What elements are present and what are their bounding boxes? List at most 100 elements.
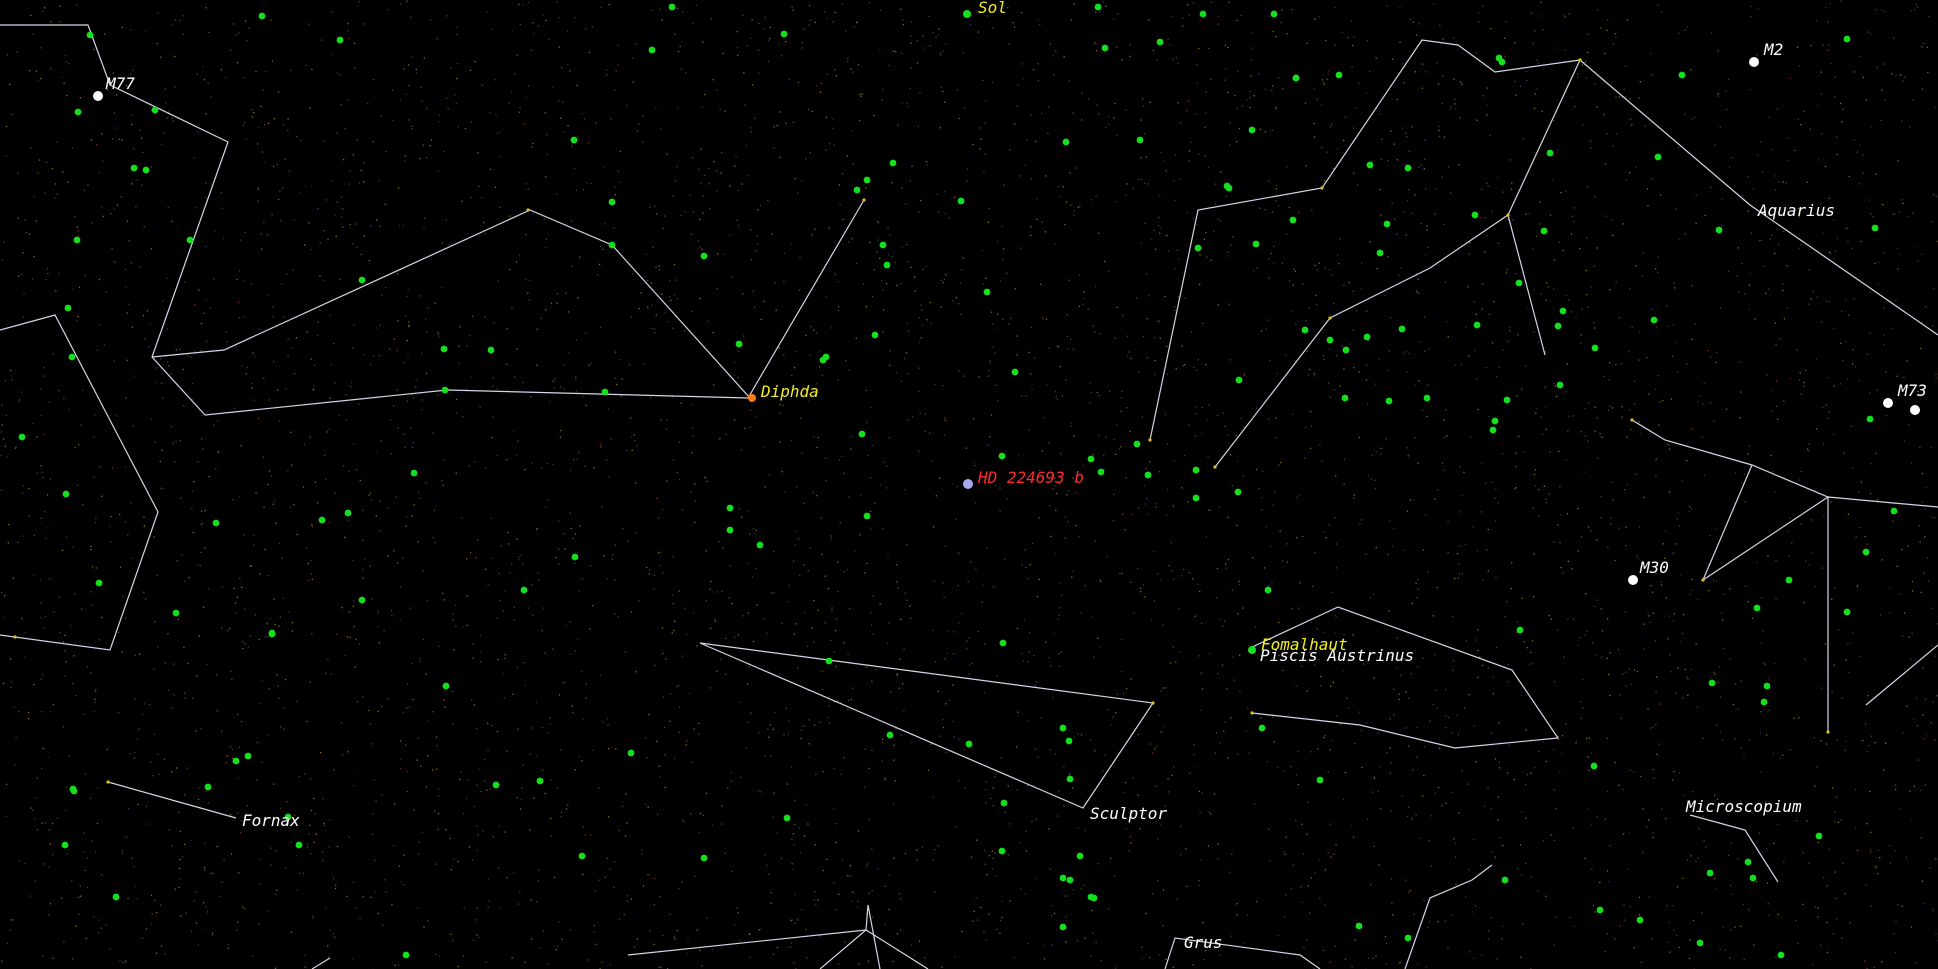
faint-star (794, 367, 796, 369)
faint-star (1271, 211, 1274, 213)
faint-star (519, 106, 521, 109)
faint-star (770, 892, 772, 894)
faint-star (1575, 741, 1577, 743)
faint-star (1344, 771, 1347, 774)
faint-star (259, 573, 261, 575)
faint-star (1107, 270, 1110, 272)
faint-star (1577, 76, 1579, 78)
faint-star (152, 775, 154, 777)
faint-star (1611, 481, 1613, 483)
faint-star (225, 76, 227, 79)
faint-star (934, 384, 936, 386)
faint-star (332, 933, 335, 935)
faint-star (751, 84, 754, 86)
faint-star (744, 427, 746, 429)
faint-star (1756, 880, 1758, 883)
faint-star (985, 781, 988, 783)
faint-star (1890, 327, 1893, 330)
faint-star (596, 274, 599, 276)
faint-star (1069, 338, 1072, 341)
faint-star (1182, 25, 1184, 27)
faint-star (1220, 171, 1223, 173)
faint-star (81, 608, 83, 610)
faint-star (869, 477, 872, 479)
faint-star (578, 590, 580, 592)
faint-star (1444, 920, 1446, 922)
faint-star (966, 168, 969, 170)
faint-star (758, 72, 760, 74)
faint-star (40, 415, 42, 417)
faint-star (94, 701, 96, 703)
faint-star (991, 346, 993, 348)
faint-star (1076, 167, 1078, 169)
faint-star (370, 499, 373, 502)
faint-star (669, 720, 671, 722)
faint-star (64, 650, 66, 652)
faint-star (574, 650, 576, 652)
faint-star (466, 624, 468, 627)
faint-star (125, 960, 127, 962)
faint-star (1661, 808, 1663, 810)
faint-star (791, 863, 793, 865)
faint-star (1514, 488, 1516, 490)
faint-star (1063, 56, 1065, 58)
faint-star (1472, 838, 1475, 841)
faint-star (221, 730, 223, 732)
faint-star (498, 825, 500, 827)
faint-star (335, 633, 337, 635)
faint-star (835, 665, 837, 668)
faint-star (290, 931, 293, 933)
faint-star (1631, 124, 1633, 126)
faint-star (1301, 823, 1303, 825)
faint-star (207, 911, 209, 913)
faint-star (1714, 877, 1716, 880)
faint-star (238, 270, 241, 272)
faint-star (562, 101, 564, 103)
faint-star (667, 321, 669, 323)
faint-star (1162, 889, 1165, 891)
faint-star (1646, 188, 1649, 190)
faint-star (801, 909, 803, 911)
faint-star (1048, 347, 1050, 349)
faint-star (1833, 664, 1835, 666)
faint-star (1690, 855, 1692, 857)
faint-star (821, 374, 823, 377)
faint-star (1476, 52, 1478, 54)
faint-star (985, 802, 987, 804)
faint-star (48, 866, 50, 868)
faint-star (1089, 382, 1092, 384)
faint-star (1160, 731, 1162, 733)
faint-star (784, 41, 787, 43)
faint-star (1268, 258, 1270, 260)
faint-star (567, 64, 569, 66)
faint-star (1222, 625, 1224, 627)
faint-star (1495, 646, 1498, 649)
faint-star (150, 761, 152, 763)
faint-star (622, 527, 624, 530)
faint-star (805, 957, 808, 959)
faint-star (868, 2, 870, 4)
faint-star (1869, 790, 1871, 792)
faint-star (64, 634, 66, 636)
faint-star (1540, 1, 1542, 3)
faint-star (1169, 662, 1171, 664)
faint-star (1353, 172, 1355, 174)
sky-map[interactable]: Sol M77 M2 M73 M30 Aquarius Diphda HD 22… (0, 0, 1938, 969)
faint-star (1221, 664, 1224, 666)
faint-star (1315, 294, 1317, 297)
faint-star (76, 4, 78, 6)
faint-star (866, 562, 868, 565)
faint-star (977, 630, 979, 633)
faint-star (1626, 19, 1629, 21)
faint-star (1070, 422, 1072, 424)
faint-star (966, 640, 968, 642)
faint-star (1896, 375, 1898, 377)
faint-star (1408, 697, 1410, 699)
faint-star (1224, 79, 1226, 81)
faint-star (415, 379, 417, 381)
faint-star (1307, 885, 1309, 887)
faint-star (1655, 690, 1657, 693)
faint-star (572, 537, 574, 540)
faint-star (1455, 108, 1457, 110)
faint-star (1860, 240, 1862, 243)
